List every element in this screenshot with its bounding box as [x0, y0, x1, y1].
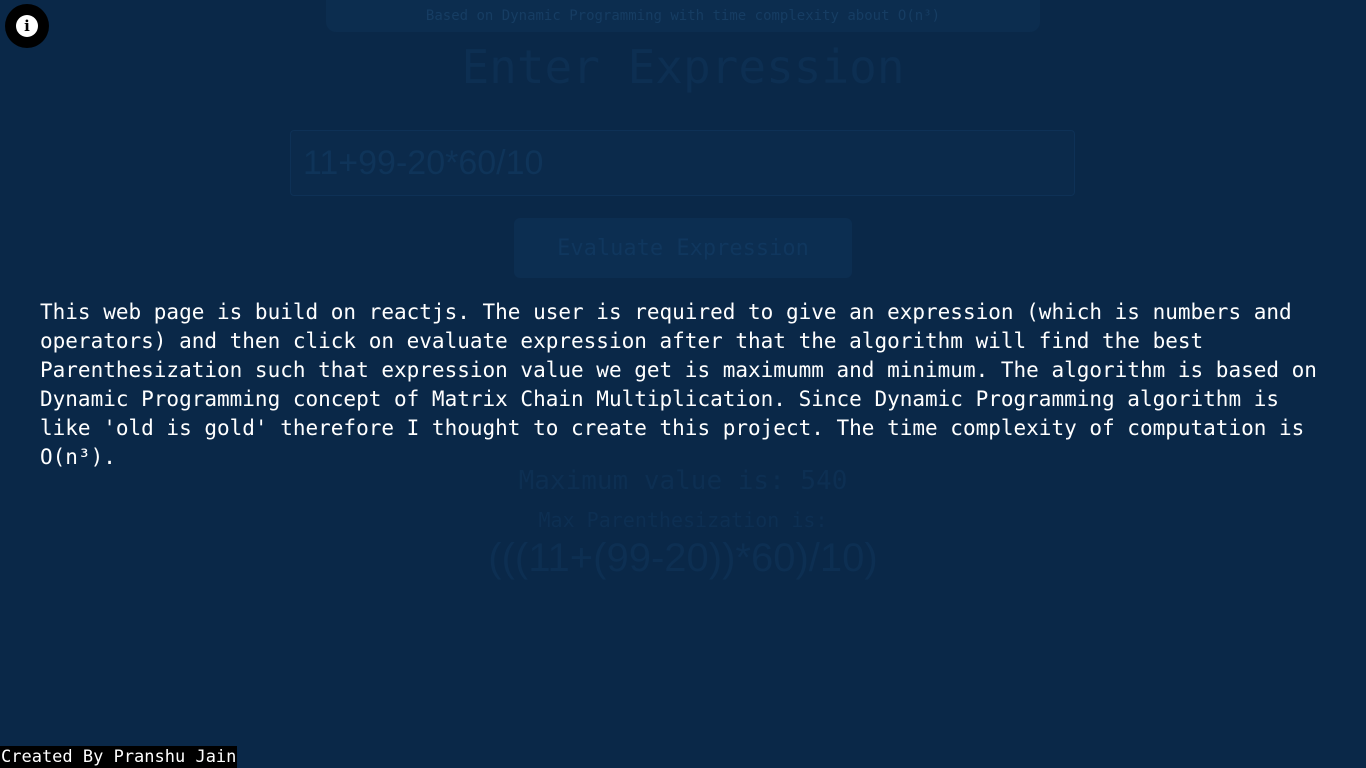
footer-credit: Created By Pranshu Jain: [0, 746, 238, 768]
expression-input[interactable]: [290, 130, 1075, 196]
evaluate-expression-button[interactable]: Evaluate Expression: [514, 218, 852, 278]
max-parenthesization-expression: (((11+(99-20))*60)/10): [488, 536, 878, 580]
info-icon: i: [16, 15, 38, 37]
about-description: This web page is build on reactjs. The u…: [40, 300, 1317, 469]
info-button[interactable]: i: [5, 4, 49, 48]
page: Based on Dynamic Programming with time c…: [0, 0, 1366, 768]
max-parenthesization-label: Max Parenthesization is:: [538, 508, 828, 532]
subtitle-banner: Based on Dynamic Programming with time c…: [326, 0, 1040, 32]
page-title: Enter Expression: [461, 40, 905, 94]
